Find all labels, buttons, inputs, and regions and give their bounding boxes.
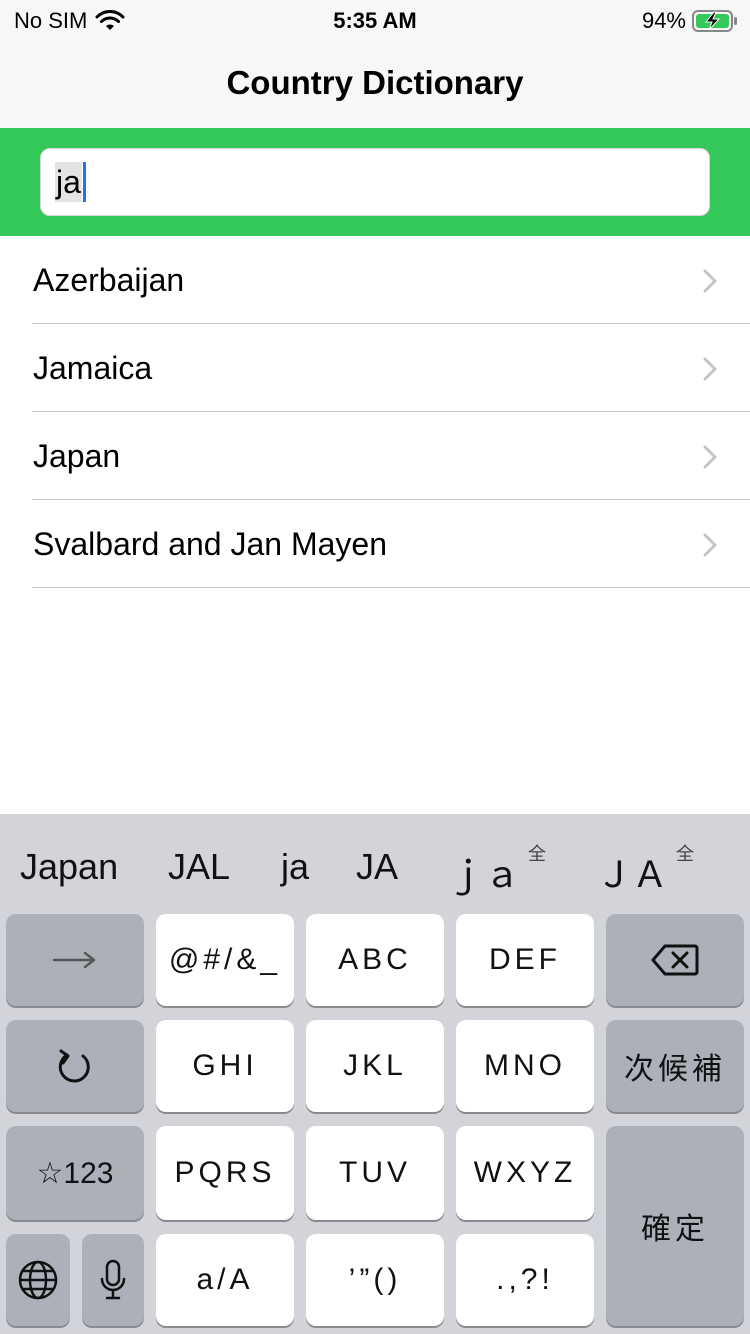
chevron-right-icon [703,533,717,557]
country-name: Azerbaijan [33,262,185,298]
full-width-marker: 全 [676,844,694,864]
wxyz-key[interactable]: WXYZ [456,1126,594,1220]
next-input-key[interactable] [6,914,144,1006]
candidate-word[interactable]: JAL [168,846,230,888]
battery-charging-icon [692,10,737,32]
status-time: 5:35 AM [333,8,417,33]
candidate-word[interactable]: JA [356,846,398,888]
page-title: Country Dictionary [226,64,524,101]
candidate-word[interactable]: ｊａ [448,846,520,898]
text-caret [82,162,86,202]
country-name: Japan [33,438,121,474]
candidate-word[interactable]: ja [281,846,309,888]
country-name: Svalbard and Jan Mayen [33,526,387,562]
quotes-key[interactable]: ’”() [306,1234,444,1326]
keyboard: Japan JAL ja JA ｊａ 全 ＪＡ 全 @#/&_ ABC DEF … [0,814,750,1334]
delete-icon [651,944,699,976]
ghi-key[interactable]: GHI [156,1020,294,1112]
undo-icon [58,1049,90,1083]
list-item[interactable]: Azerbaijan [0,236,750,324]
tuv-key[interactable]: TUV [306,1126,444,1220]
chevron-right-icon [703,269,717,293]
status-bar: No SIM 5:35 AM 94% [0,0,750,40]
next-candidate-key[interactable]: 次候補 [606,1020,744,1112]
undo-key[interactable] [6,1020,144,1112]
pqrs-key[interactable]: PQRS [156,1126,294,1220]
search-input-value: ja [55,162,82,202]
country-name: Jamaica [33,350,153,386]
globe-icon [18,1260,58,1300]
dictation-key[interactable] [82,1234,144,1326]
candidate-bar: Japan JAL ja JA ｊａ 全 ＪＡ 全 [0,814,750,910]
punctuation-key[interactable]: .,?! [456,1234,594,1326]
chevron-right-icon [703,357,717,381]
status-right: 94% [642,8,738,34]
microphone-icon [100,1259,126,1300]
list-item[interactable]: Japan [0,412,750,500]
row-separator [32,587,750,588]
globe-key[interactable] [6,1234,70,1326]
symbols-key[interactable]: @#/&_ [156,914,294,1006]
candidate-word[interactable]: Japan [20,846,118,888]
country-list: Azerbaijan Jamaica Japan Svalbard and Ja… [0,236,750,588]
candidate-word[interactable]: ＪＡ [596,846,668,898]
def-key[interactable]: DEF [456,914,594,1006]
search-bar-container: ja [0,128,750,236]
list-item[interactable]: Svalbard and Jan Mayen [0,500,750,588]
confirm-key[interactable]: 確定 [606,1126,744,1326]
navigation-bar: Country Dictionary [0,40,750,128]
delete-key[interactable] [606,914,744,1006]
mno-key[interactable]: MNO [456,1020,594,1112]
list-item[interactable]: Jamaica [0,324,750,412]
right-arrow-icon [52,951,96,969]
abc-key[interactable]: ABC [306,914,444,1006]
search-input[interactable]: ja [40,148,710,216]
jkl-key[interactable]: JKL [306,1020,444,1112]
number-mode-key[interactable]: ☆123 [6,1126,144,1220]
battery-percent: 94% [641,8,686,33]
case-toggle-key[interactable]: a/A [156,1234,294,1326]
full-width-marker: 全 [528,844,546,864]
chevron-right-icon [703,445,717,469]
